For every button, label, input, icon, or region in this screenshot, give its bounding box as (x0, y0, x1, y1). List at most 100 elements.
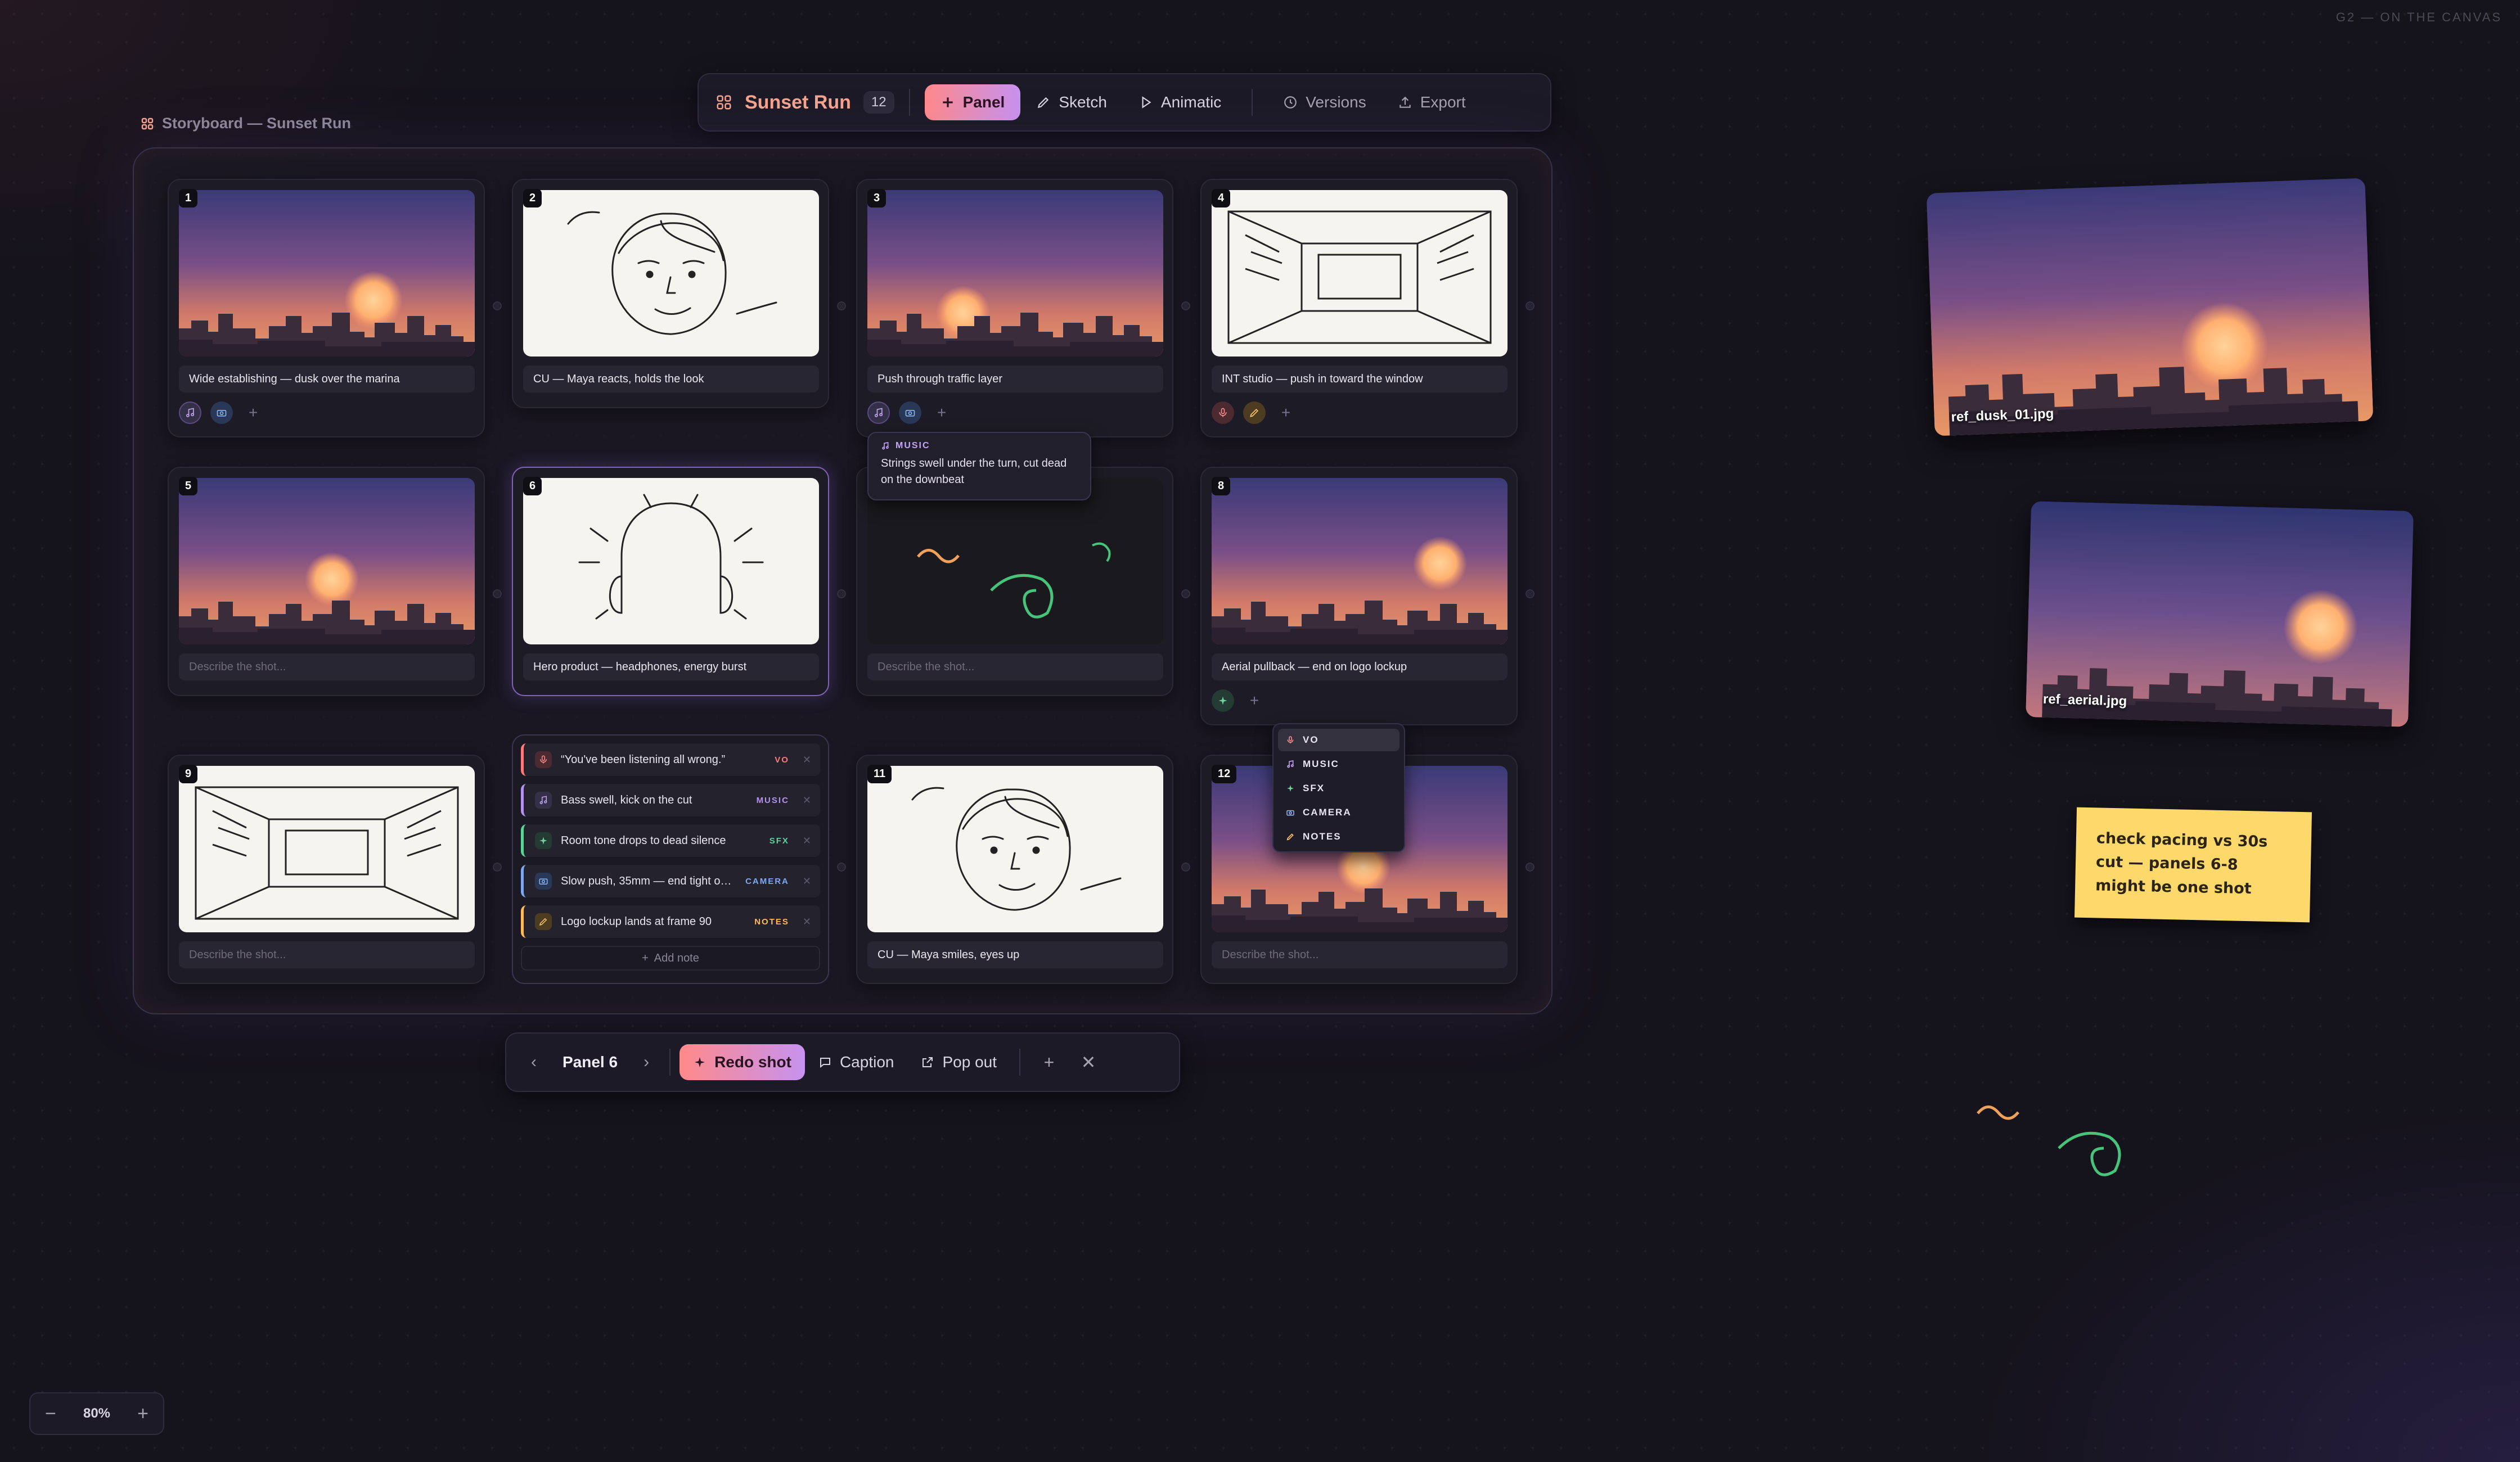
add-note-button[interactable]: + Add note (521, 946, 820, 971)
panel-caption[interactable]: Wide establishing — dusk over the marina (179, 366, 475, 392)
panel-connector[interactable] (1526, 863, 1534, 872)
panel-connector[interactable] (493, 301, 502, 310)
close-icon[interactable]: ✕ (803, 876, 811, 887)
reference-image-dusk[interactable]: ref_dusk_01.jpg (1926, 178, 2374, 436)
add-note-chip[interactable]: + (242, 401, 264, 424)
panel-caption[interactable]: Aerial pullback — end on logo lockup (1212, 653, 1508, 680)
panel-8[interactable]: 8 Aerial pullback — end on logo lockup + (1200, 467, 1518, 725)
sketch-button[interactable]: Sketch (1020, 84, 1123, 120)
sfx-note-chip[interactable] (1212, 689, 1234, 712)
tooltip-text: Strings swell under the turn, cut dead o… (881, 457, 1067, 486)
panel-caption[interactable]: CU — Maya reacts, holds the look (523, 366, 819, 392)
notes-chip[interactable] (1243, 401, 1266, 424)
panel-connector[interactable] (837, 301, 846, 310)
menu-item-notes[interactable]: NOTES (1278, 825, 1400, 848)
panel-6[interactable]: 6 Hero product — headphones, energy burs… (512, 467, 829, 696)
sparkle-icon (535, 832, 552, 849)
panel-caption[interactable]: Describe the shot... (179, 653, 475, 680)
upload-icon (1399, 96, 1411, 108)
camera-note-chip[interactable] (899, 401, 921, 424)
add-note-chip[interactable]: + (1275, 401, 1297, 424)
close-icon[interactable]: ✕ (803, 916, 811, 928)
panel-connector[interactable] (1181, 863, 1190, 872)
caption-button[interactable]: Caption (805, 1044, 908, 1080)
panel-1[interactable]: 1 Wide establishing — dusk over the mari… (168, 179, 485, 437)
panel-caption[interactable]: Describe the shot... (867, 653, 1163, 680)
panel-connector[interactable] (837, 863, 846, 872)
camera-note-chip[interactable] (210, 401, 233, 424)
panel-9[interactable]: 9 Describe the shot... (168, 755, 485, 984)
music-note-chip[interactable] (179, 401, 201, 424)
note-row-music[interactable]: Bass swell, kick on the cut MUSIC ✕ (521, 784, 820, 816)
panel-5[interactable]: 5 Describe the shot... (168, 467, 485, 696)
sticky-note[interactable]: check pacing vs 30s cut — panels 6-8 mig… (2074, 807, 2312, 923)
redo-shot-button[interactable]: Redo shot (680, 1044, 805, 1080)
canvas-doodle[interactable] (1974, 1096, 2143, 1181)
add-note-chip[interactable]: + (930, 401, 953, 424)
zoom-in-button[interactable]: + (137, 1403, 148, 1425)
add-note-chip[interactable]: + (1243, 689, 1266, 712)
versions-button[interactable]: Versions (1267, 84, 1382, 120)
note-row-camera[interactable]: Slow push, 35mm — end tight on… CAMERA ✕ (521, 865, 820, 897)
music-icon (1287, 760, 1294, 768)
panel-3[interactable]: 3 Push through traffic layer + (856, 179, 1173, 437)
add-panel-button[interactable]: Panel (924, 84, 1021, 120)
panel-connector[interactable] (1181, 301, 1190, 310)
panel-11[interactable]: 11 CU — Maya smiles, eyes up (856, 755, 1173, 984)
menu-item-camera[interactable]: CAMERA (1278, 801, 1400, 824)
panel-sketch (867, 478, 1163, 644)
close-icon[interactable]: ✕ (803, 795, 811, 806)
plus-icon[interactable]: + (1029, 1052, 1069, 1073)
pencil-icon (1250, 408, 1259, 417)
music-note-tooltip: MUSIC Strings swell under the turn, cut … (867, 432, 1091, 500)
panel-sketch (179, 766, 475, 932)
note-row-notes[interactable]: Logo lockup lands at frame 90 NOTES ✕ (521, 905, 820, 938)
panel-connector[interactable] (837, 589, 846, 598)
camera-icon (535, 873, 552, 890)
panel-4[interactable]: 4 INT studio — push in toward the window… (1200, 179, 1518, 437)
music-note-chip[interactable] (867, 401, 890, 424)
panel-connector[interactable] (1181, 589, 1190, 598)
note-row-vo[interactable]: “You've been listening all wrong.” VO ✕ (521, 743, 820, 776)
panel-connector[interactable] (1526, 589, 1534, 598)
close-icon[interactable]: ✕ (1069, 1052, 1108, 1073)
pop-out-button[interactable]: Pop out (907, 1044, 1010, 1080)
divider (908, 89, 910, 116)
chevron-left-icon[interactable]: ‹ (520, 1053, 548, 1072)
panel-connector[interactable] (1526, 301, 1534, 310)
close-icon[interactable]: ✕ (803, 835, 811, 847)
divider (669, 1049, 671, 1076)
camera-icon (1286, 810, 1294, 816)
zoom-level: 80% (83, 1406, 111, 1421)
panel-connector[interactable] (493, 863, 502, 872)
panel-caption[interactable]: INT studio — push in toward the window (1212, 366, 1508, 392)
chevron-right-icon[interactable]: › (632, 1053, 660, 1072)
menu-item-sfx[interactable]: SFX (1278, 777, 1400, 800)
plus-icon (942, 97, 953, 107)
vo-note-chip[interactable] (1212, 401, 1234, 424)
animatic-button[interactable]: Animatic (1123, 84, 1237, 120)
panel-10-notes: “You've been listening all wrong.” VO ✕ … (512, 734, 829, 984)
panel-2[interactable]: 2 CU — Maya reacts, holds the look (512, 179, 829, 408)
music-icon (874, 408, 883, 417)
panel-caption[interactable]: Hero product — headphones, energy burst (523, 653, 819, 680)
project-name: Sunset Run (745, 91, 851, 113)
canvas-label: G2 — ON THE CANVAS (2336, 10, 2502, 24)
panel-connector[interactable] (493, 589, 502, 598)
panel-sketch (523, 190, 819, 357)
panel-caption[interactable]: Push through traffic layer (867, 366, 1163, 392)
panel-number: 11 (867, 765, 892, 783)
export-button[interactable]: Export (1382, 84, 1482, 120)
menu-item-music[interactable]: MUSIC (1278, 753, 1400, 775)
panel-caption[interactable]: Describe the shot... (1212, 941, 1508, 968)
board-title: Storyboard — Sunset Run (141, 115, 351, 132)
panel-caption[interactable]: Describe the shot... (179, 941, 475, 968)
panel-7[interactable]: Describe the shot... (856, 467, 1173, 696)
menu-item-vo[interactable]: VO (1278, 729, 1400, 751)
reference-image-aerial[interactable]: ref_aerial.jpg (2026, 501, 2414, 727)
camera-icon (905, 410, 915, 417)
close-icon[interactable]: ✕ (803, 754, 811, 766)
panel-caption[interactable]: CU — Maya smiles, eyes up (867, 941, 1163, 968)
note-row-sfx[interactable]: Room tone drops to dead silence SFX ✕ (521, 824, 820, 857)
zoom-out-button[interactable]: − (45, 1403, 56, 1425)
